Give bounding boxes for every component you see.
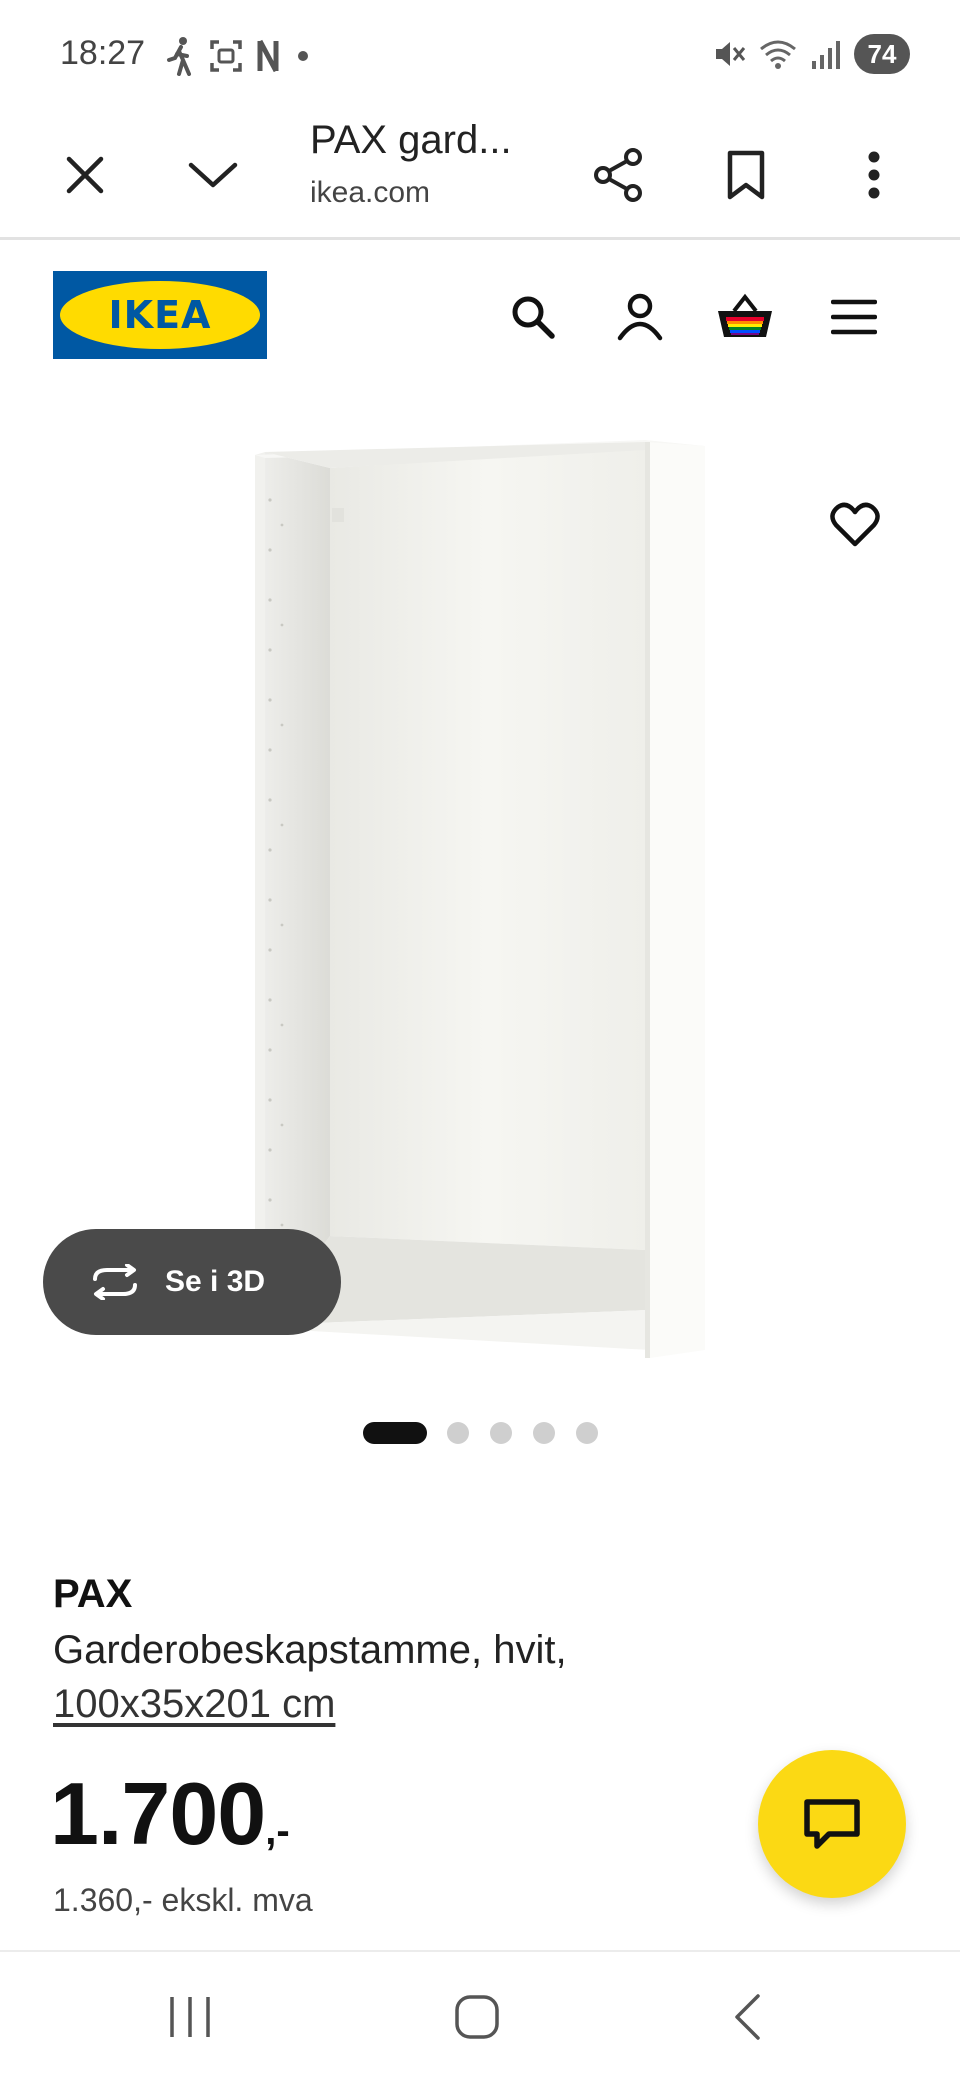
home-button[interactable] — [432, 1982, 522, 2052]
product-description: Garderobeskapstamme, hvit, — [53, 1628, 567, 1672]
chat-button[interactable] — [758, 1750, 906, 1898]
heart-icon — [830, 502, 880, 547]
chat-icon — [804, 1799, 860, 1849]
price: 1.700 ,- — [50, 1770, 290, 1858]
mute-icon — [716, 42, 746, 66]
view-in-3d-label: Se i 3D — [165, 1265, 266, 1298]
rotate-3d-icon — [93, 1264, 137, 1300]
wifi-icon — [760, 40, 796, 69]
view-in-3d-button[interactable]: Se i 3D — [43, 1229, 341, 1335]
bookmark-button[interactable] — [706, 135, 786, 215]
tab-url[interactable]: ikea.com — [310, 176, 430, 210]
back-icon — [735, 1994, 760, 2040]
price-excluding-vat: 1.360,- ekskl. mva — [53, 1882, 313, 1918]
netflix-icon — [257, 39, 279, 73]
back-button[interactable] — [702, 1982, 792, 2052]
signal-icon — [812, 41, 840, 69]
site-header: IKEA — [0, 243, 960, 383]
status-icons-left — [165, 36, 313, 76]
status-time: 18:27 — [60, 34, 146, 72]
basket-button[interactable] — [715, 287, 775, 347]
carousel-dot-3[interactable] — [490, 1422, 512, 1444]
product-size-link[interactable]: 100x35x201 cm — [53, 1682, 335, 1727]
dot-icon — [298, 51, 308, 61]
basket-icon — [718, 293, 772, 337]
share-icon — [594, 148, 642, 202]
close-icon — [66, 156, 104, 194]
carousel-indicator — [0, 1420, 960, 1444]
walk-icon — [167, 37, 191, 76]
product-name: PAX — [53, 1572, 133, 1616]
browser-toolbar: PAX gard... ikea.com — [0, 110, 960, 240]
recent-apps-icon — [170, 1997, 210, 2037]
carousel-dot-5[interactable] — [576, 1422, 598, 1444]
carousel-dot-2[interactable] — [447, 1422, 469, 1444]
chevron-down-icon — [188, 162, 238, 188]
carousel-dot-1[interactable] — [363, 1422, 427, 1444]
price-suffix: ,- — [265, 1809, 290, 1853]
home-icon — [455, 1995, 499, 2039]
favourite-button[interactable] — [820, 490, 890, 560]
close-tab-button[interactable] — [45, 135, 125, 215]
more-vert-icon — [868, 151, 880, 199]
search-icon — [512, 296, 555, 339]
battery-indicator: 74 — [854, 34, 910, 74]
menu-button[interactable] — [824, 287, 884, 347]
menu-icon — [831, 299, 877, 335]
account-icon — [617, 293, 663, 341]
status-bar: 18:27 74 — [0, 0, 960, 110]
tab-title: PAX gard... — [310, 118, 512, 162]
account-button[interactable] — [610, 287, 670, 347]
share-button[interactable] — [578, 135, 658, 215]
more-options-button[interactable] — [834, 135, 914, 215]
screenshot-icon — [210, 40, 242, 72]
search-button[interactable] — [503, 287, 563, 347]
status-icons-right: 74 — [712, 34, 910, 74]
ikea-logo[interactable]: IKEA — [53, 271, 267, 359]
carousel-dot-4[interactable] — [533, 1422, 555, 1444]
price-main: 1.700 — [50, 1764, 266, 1863]
recent-apps-button[interactable] — [145, 1982, 235, 2052]
logo-text: IKEA — [108, 293, 212, 337]
bookmark-icon — [727, 150, 765, 200]
system-nav-bar — [0, 1950, 960, 2080]
minimize-tab-button[interactable] — [173, 135, 253, 215]
